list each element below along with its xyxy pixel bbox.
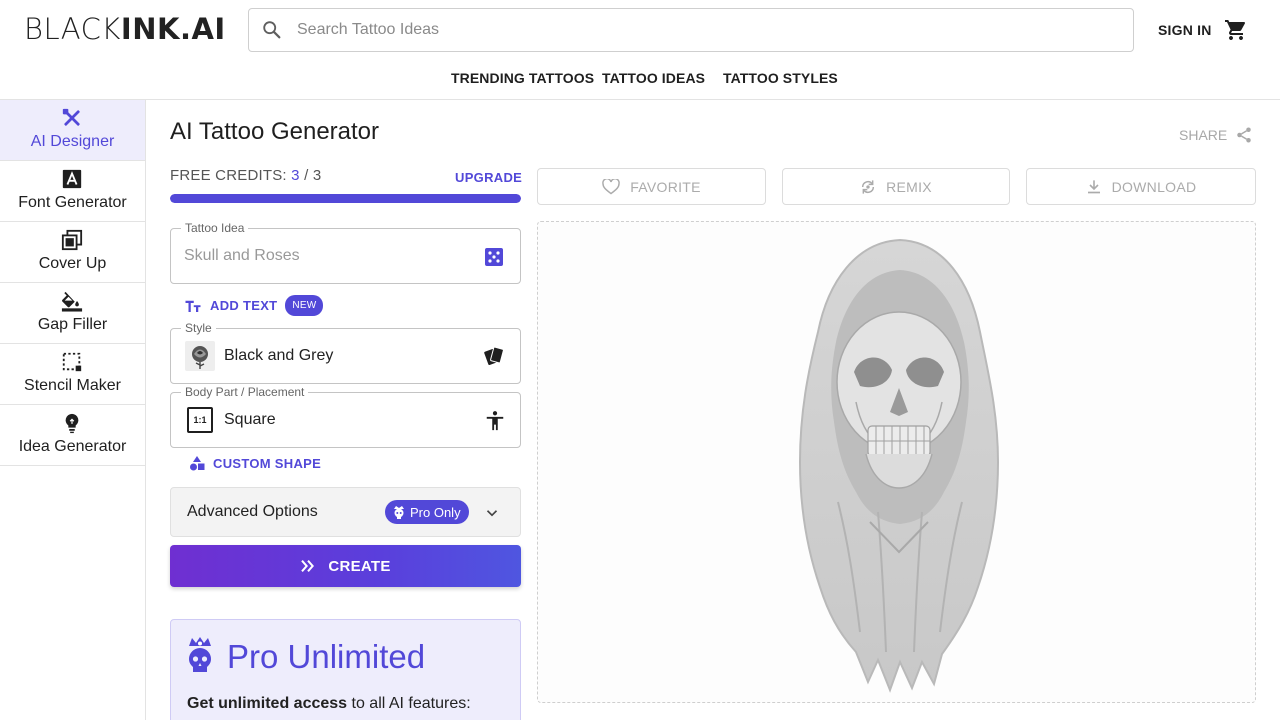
upgrade-link[interactable]: UPGRADE <box>455 170 522 185</box>
tattoo-idea-label: Tattoo Idea <box>181 221 249 235</box>
credits-progress-fill <box>170 194 521 203</box>
search-bar[interactable] <box>248 8 1134 52</box>
new-badge: NEW <box>285 295 324 316</box>
lightbulb-icon <box>65 413 79 434</box>
pro-unlimited-description: Get unlimited access to all AI features: <box>187 695 471 713</box>
favorite-label: FAVORITE <box>630 178 701 195</box>
sidebar-item-label: Stencil Maker <box>24 377 121 394</box>
logo-black-text: BLACK <box>24 12 121 46</box>
style-field[interactable]: Style Black and Grey <box>170 321 521 384</box>
crown-skull-icon <box>189 637 211 672</box>
share-label: SHARE <box>1179 127 1228 143</box>
pro-unlimited-title: Pro Unlimited <box>227 638 426 675</box>
sidebar-item-font-generator[interactable]: Font Generator <box>0 161 145 222</box>
stencil-icon <box>62 352 82 372</box>
sidebar-item-label: Font Generator <box>18 194 127 211</box>
text-size-icon <box>185 300 201 312</box>
sidebar-item-label: AI Designer <box>30 133 115 150</box>
font-a-icon <box>62 169 82 189</box>
advanced-options-label: Advanced Options <box>187 503 318 520</box>
logo-ink-text: INK.AI <box>120 12 226 46</box>
sidebar-item-ai-designer[interactable]: AI Designer <box>0 100 145 161</box>
add-text-button[interactable]: ADD TEXT NEW <box>184 295 324 316</box>
advanced-options-accordion[interactable]: Advanced Options Pro Only <box>170 487 521 537</box>
pro-only-label: Pro Only <box>410 504 461 520</box>
style-swatches-icon[interactable] <box>483 346 505 366</box>
pro-desc-rest: to all AI features: <box>347 695 471 712</box>
style-value: Black and Grey <box>224 347 334 364</box>
tattoo-preview-canvas[interactable] <box>537 221 1256 703</box>
sidebar: AI Designer Font Generator Cover Up Gap … <box>0 100 146 720</box>
body-part-placement-field[interactable]: Body Part / Placement 1:1 Square <box>170 385 521 448</box>
custom-shape-button[interactable]: CUSTOM SHAPE <box>189 455 321 471</box>
download-icon <box>1087 179 1100 193</box>
nav-tattoo-ideas[interactable]: TATTOO IDEAS <box>602 70 705 86</box>
sidebar-item-gap-filler[interactable]: Gap Filler <box>0 283 145 344</box>
remix-icon <box>862 179 875 194</box>
sign-in-link[interactable]: SIGN IN <box>1158 22 1212 38</box>
crown-skull-icon <box>394 506 404 519</box>
pro-desc-bold: Get unlimited access <box>187 695 348 712</box>
pro-unlimited-card: Pro Unlimited Get unlimited access to al… <box>170 619 521 720</box>
download-button[interactable]: DOWNLOAD <box>1026 168 1256 205</box>
free-credits: FREE CREDITS: 3 / 3 <box>170 167 321 184</box>
nav-tattoo-styles[interactable]: TATTOO STYLES <box>723 70 838 86</box>
style-label: Style <box>181 321 216 335</box>
download-label: DOWNLOAD <box>1111 178 1197 195</box>
credits-used: 3 <box>291 167 300 184</box>
share-button[interactable]: SHARE <box>1179 126 1253 144</box>
dice-icon[interactable] <box>484 247 504 267</box>
rose-thumbnail-icon <box>185 341 215 371</box>
tattoo-idea-field[interactable]: Tattoo Idea Skull and Roses <box>170 221 521 284</box>
square-ratio-icon: 1:1 <box>187 407 213 433</box>
page-title: AI Tattoo Generator <box>170 118 380 145</box>
add-text-label: ADD TEXT <box>210 298 278 313</box>
credits-label: FREE CREDITS: <box>170 167 287 184</box>
remix-button[interactable]: REMIX <box>782 168 1010 205</box>
paint-bucket-icon <box>61 291 83 312</box>
sidebar-item-stencil-maker[interactable]: Stencil Maker <box>0 344 145 405</box>
credits-total: 3 <box>312 167 322 184</box>
cover-up-icon <box>61 229 83 251</box>
credits-separator: / <box>304 167 309 184</box>
remix-label: REMIX <box>886 178 932 195</box>
nav-trending-tattoos[interactable]: TRENDING TATTOOS <box>451 70 594 86</box>
share-icon <box>1237 127 1251 143</box>
pen-ruler-icon <box>62 108 80 126</box>
create-button[interactable]: CREATE <box>170 545 521 587</box>
sidebar-item-idea-generator[interactable]: Idea Generator <box>0 405 145 466</box>
create-label: CREATE <box>328 557 391 575</box>
credits-progress-bar <box>170 194 521 203</box>
placement-value: Square <box>224 411 276 428</box>
tattoo-idea-placeholder: Skull and Roses <box>184 247 300 264</box>
header: BLACKINK.AI SIGN IN TRENDING TATTOOS TAT… <box>0 0 1280 100</box>
search-input[interactable] <box>297 21 1097 39</box>
sidebar-item-cover-up[interactable]: Cover Up <box>0 222 145 283</box>
sidebar-item-label: Gap Filler <box>37 316 108 333</box>
double-chevron-right-icon <box>301 560 315 572</box>
sidebar-item-label: Cover Up <box>38 255 107 272</box>
shapes-icon <box>190 456 205 471</box>
sidebar-item-label: Idea Generator <box>18 438 127 455</box>
pro-only-badge: Pro Only <box>385 500 469 524</box>
logo[interactable]: BLACKINK.AI <box>24 12 226 46</box>
heart-icon <box>602 178 620 194</box>
hooded-skull-image <box>798 238 1000 693</box>
placement-label: Body Part / Placement <box>181 385 309 399</box>
shopping-cart-icon[interactable] <box>1224 18 1248 42</box>
search-icon <box>263 21 281 39</box>
chevron-down-icon <box>486 510 498 517</box>
body-figure-icon[interactable] <box>484 410 506 432</box>
favorite-button[interactable]: FAVORITE <box>537 168 766 205</box>
custom-shape-label: CUSTOM SHAPE <box>213 455 322 471</box>
